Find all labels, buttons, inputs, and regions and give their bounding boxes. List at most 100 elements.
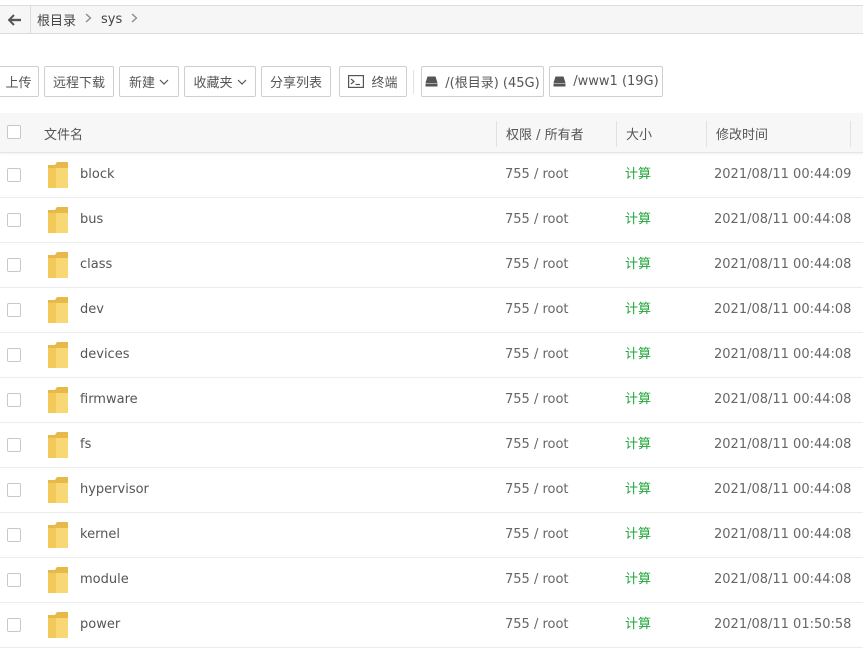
file-name[interactable]: power [80,603,120,647]
modified-time: 2021/08/11 00:44:08 [714,572,852,587]
column-header-size[interactable]: 大小 [626,113,652,153]
file-name[interactable]: fs [80,423,91,467]
permission-owner[interactable]: 755 / root [505,468,569,512]
terminal-icon [348,75,365,88]
table-row[interactable]: module 755 / root 计算 2021/08/11 00:44:08 [0,558,863,603]
row-checkbox[interactable] [7,168,21,182]
disk-root-button[interactable]: /(根目录) (45G) [421,66,544,97]
file-name[interactable]: module [80,558,129,602]
folder-icon[interactable] [47,521,69,549]
folder-icon[interactable] [47,566,69,594]
size-calculate-link[interactable]: 计算 [625,198,651,242]
file-name[interactable]: devices [80,333,129,377]
column-header-perm-owner[interactable]: 权限 / 所有者 [506,113,584,153]
share-list-label: 分享列表 [269,76,322,91]
new-label: 新建 [128,76,155,91]
row-checkbox[interactable] [7,258,21,272]
size-calculate-link[interactable]: 计算 [625,603,651,647]
row-checkbox[interactable] [7,573,21,587]
back-button[interactable] [0,6,31,33]
folder-icon[interactable] [47,206,69,234]
file-name[interactable]: class [80,243,112,287]
size-calculate-link[interactable]: 计算 [625,153,651,197]
folder-icon[interactable] [47,431,69,459]
upload-button[interactable]: 上传 [0,66,39,97]
remote-download-label: 远程下载 [52,76,105,91]
table-row[interactable]: block 755 / root 计算 2021/08/11 00:44:09 [0,153,863,198]
folder-icon[interactable] [47,476,69,504]
table-row[interactable]: bus 755 / root 计算 2021/08/11 00:44:08 [0,198,863,243]
table-row[interactable]: hypervisor 755 / root 计算 2021/08/11 00:44:0… [0,468,863,513]
table-row[interactable]: power 755 / root 计算 2021/08/11 01:50:58 [0,603,863,648]
table-row[interactable]: kernel 755 / root 计算 2021/08/11 00:44:08 [0,513,863,558]
size-calculate-link[interactable]: 计算 [625,288,651,332]
permission-owner[interactable]: 755 / root [505,198,569,242]
path-bar: 根目录 sys [0,5,863,34]
breadcrumb-item-sys[interactable]: sys [101,12,122,27]
table-row[interactable]: dev 755 / root 计算 2021/08/11 00:44:08 [0,288,863,333]
row-checkbox[interactable] [7,438,21,452]
terminal-button[interactable]: 终端 [339,66,407,97]
breadcrumb: 根目录 sys [37,6,147,33]
folder-icon[interactable] [47,611,69,639]
size-calculate-link[interactable]: 计算 [625,423,651,467]
table-row[interactable]: fs 755 / root 计算 2021/08/11 00:44:08 [0,423,863,468]
size-calculate-link[interactable]: 计算 [625,378,651,422]
modified-time: 2021/08/11 00:44:08 [714,302,852,317]
file-name[interactable]: hypervisor [80,468,149,512]
remote-download-button[interactable]: 远程下载 [44,66,114,97]
permission-owner[interactable]: 755 / root [505,423,569,467]
breadcrumb-item-root[interactable]: 根目录 [37,10,76,29]
permission-owner[interactable]: 755 / root [505,603,569,647]
column-divider [706,121,707,147]
file-name[interactable]: bus [80,198,103,242]
row-checkbox[interactable] [7,393,21,407]
folder-icon[interactable] [47,251,69,279]
size-calculate-link[interactable]: 计算 [625,558,651,602]
file-name[interactable]: firmware [80,378,138,422]
size-calculate-link[interactable]: 计算 [625,468,651,512]
permission-owner[interactable]: 755 / root [505,513,569,557]
permission-owner[interactable]: 755 / root [505,558,569,602]
new-dropdown-button[interactable]: 新建 [119,66,179,97]
row-checkbox[interactable] [7,528,21,542]
favorites-dropdown-button[interactable]: 收藏夹 [184,66,256,97]
select-all-checkbox[interactable] [7,125,21,139]
permission-owner[interactable]: 755 / root [505,333,569,377]
modified-time: 2021/08/11 00:44:08 [714,347,852,362]
table-row[interactable]: devices 755 / root 计算 2021/08/11 00:44:08 [0,333,863,378]
row-checkbox[interactable] [7,618,21,632]
permission-owner[interactable]: 755 / root [505,243,569,287]
folder-icon[interactable] [47,296,69,324]
size-calculate-link[interactable]: 计算 [625,243,651,287]
modified-time: 2021/08/11 00:44:08 [714,527,852,542]
file-name[interactable]: block [80,153,115,197]
file-name[interactable]: kernel [80,513,120,557]
row-checkbox[interactable] [7,483,21,497]
table-row[interactable]: class 755 / root 计算 2021/08/11 00:44:08 [0,243,863,288]
folder-icon[interactable] [47,161,69,189]
column-header-name[interactable]: 文件名 [44,113,83,153]
permission-owner[interactable]: 755 / root [505,378,569,422]
modified-time: 2021/08/11 00:44:08 [714,392,852,407]
permission-owner[interactable]: 755 / root [505,153,569,197]
row-checkbox[interactable] [7,213,21,227]
size-calculate-link[interactable]: 计算 [625,513,651,557]
permission-owner[interactable]: 755 / root [505,288,569,332]
disk-www-button[interactable]: /www1 (19G) [549,66,663,97]
file-name[interactable]: dev [80,288,104,332]
row-checkbox[interactable] [7,303,21,317]
disk-www-label: /www1 (19G) [573,74,659,89]
modified-time: 2021/08/11 00:44:08 [714,437,852,452]
folder-icon[interactable] [47,341,69,369]
size-calculate-link[interactable]: 计算 [625,333,651,377]
modified-time: 2021/08/11 00:44:08 [714,212,852,227]
share-list-button[interactable]: 分享列表 [261,66,331,97]
chevron-down-icon [159,79,169,85]
column-divider [616,121,617,147]
column-header-mtime[interactable]: 修改时间 [716,113,768,153]
folder-icon[interactable] [47,386,69,414]
row-checkbox[interactable] [7,348,21,362]
chevron-right-icon [85,12,92,27]
table-row[interactable]: firmware 755 / root 计算 2021/08/11 00:44:08 [0,378,863,423]
